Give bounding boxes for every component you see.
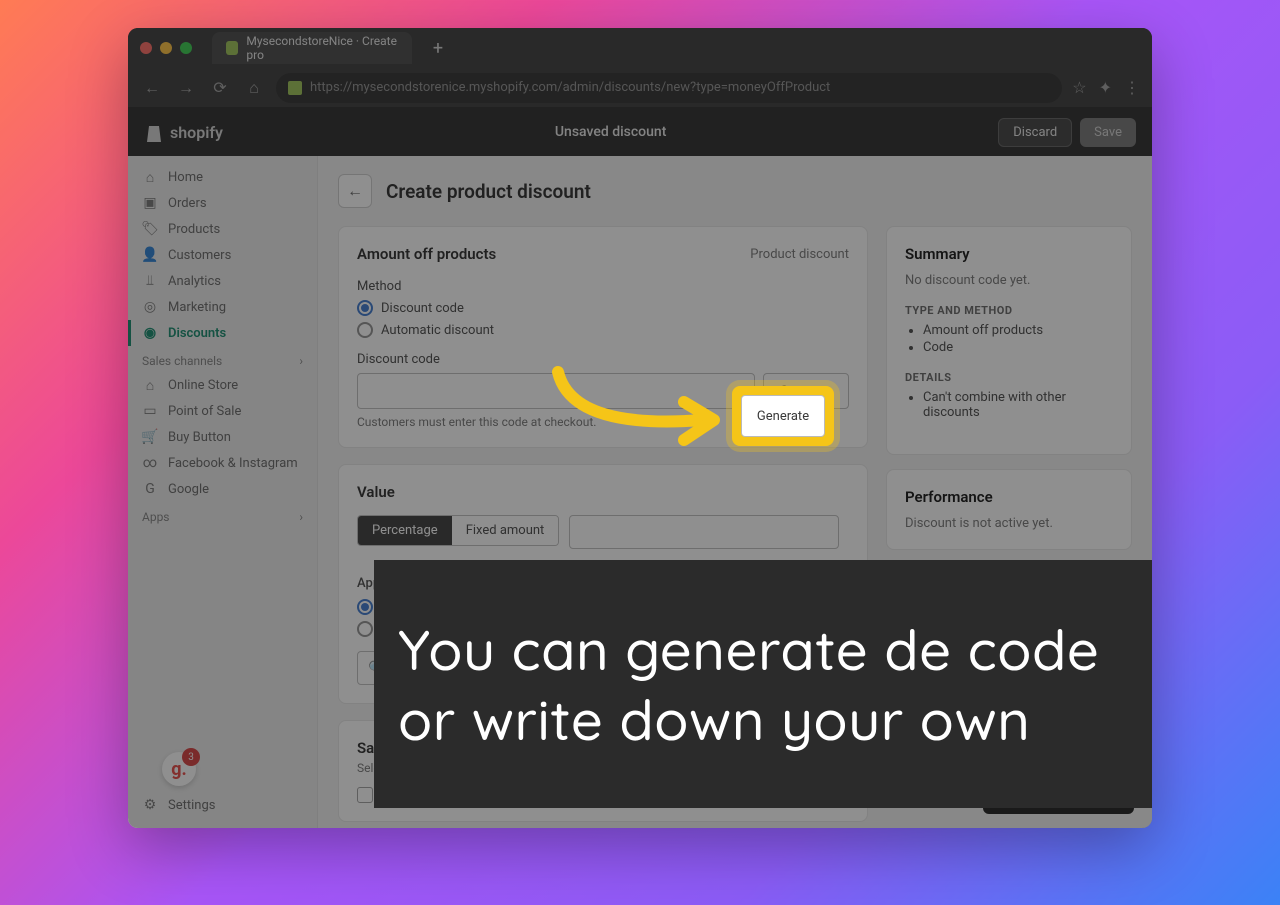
details-list: Can't combine with other discounts <box>905 390 1113 420</box>
radio-discount-code[interactable]: Discount code <box>357 300 849 316</box>
cart-icon: 🛒 <box>142 429 158 445</box>
discard-button[interactable]: Discard <box>998 118 1072 147</box>
sales-channels-section[interactable]: Sales channels› <box>128 346 317 372</box>
radio-icon <box>357 300 373 316</box>
close-window-icon[interactable] <box>140 42 152 54</box>
sidebar-item-online-store[interactable]: ⌂Online Store <box>128 372 317 398</box>
sidebar-item-marketing[interactable]: ◎Marketing <box>128 294 317 320</box>
generate-highlight: Generate <box>732 386 834 446</box>
target-icon: ◎ <box>142 299 158 315</box>
store-icon: ⌂ <box>142 377 158 393</box>
summary-empty-text: No discount code yet. <box>905 273 1113 288</box>
instruction-overlay: You can generate de code or write down y… <box>374 560 1152 808</box>
gear-icon: ⚙ <box>142 797 158 813</box>
extensions-icon[interactable]: ✦ <box>1099 78 1112 97</box>
tab-title: MysecondstoreNice · Create pro <box>246 34 398 62</box>
sidebar-item-buy-button[interactable]: 🛒Buy Button <box>128 424 317 450</box>
header-actions: Discard Save <box>998 118 1136 147</box>
sidebar-item-home[interactable]: ⌂Home <box>128 164 317 190</box>
back-button[interactable]: ← <box>338 174 372 208</box>
chart-icon: ⫫ <box>142 273 158 289</box>
browser-url-bar: ← → ⟳ ⌂ https://mysecondstorenice.myshop… <box>128 68 1152 108</box>
checkbox-icon <box>357 787 373 803</box>
summary-title: Summary <box>905 245 1113 263</box>
chevron-right-icon: › <box>299 510 303 524</box>
traffic-lights <box>140 42 192 54</box>
discount-type-badge: Product discount <box>750 247 849 262</box>
unsaved-status: Unsaved discount <box>555 124 666 140</box>
pos-icon: ▭ <box>142 403 158 419</box>
grammarly-count-badge: 3 <box>182 748 200 766</box>
method-radio-group: Discount code Automatic discount <box>357 300 849 338</box>
app-header: shopify Unsaved discount Discard Save <box>128 108 1152 156</box>
card-title: Value <box>357 483 849 501</box>
site-identity-icon <box>288 81 302 95</box>
card-title: Amount off products <box>357 245 496 263</box>
google-icon: G <box>142 481 158 497</box>
tag-icon: 🏷 <box>142 221 158 237</box>
user-icon: 👤 <box>142 247 158 263</box>
type-method-label: TYPE AND METHOD <box>905 304 1113 317</box>
sidebar-item-settings[interactable]: ⚙Settings <box>128 792 317 818</box>
apps-section[interactable]: Apps› <box>128 502 317 528</box>
orders-icon: ▣ <box>142 195 158 211</box>
forward-nav-icon[interactable]: → <box>174 76 198 100</box>
check-circle-icon: ◉ <box>142 325 158 341</box>
browser-tabs-bar: MysecondstoreNice · Create pro + <box>128 28 1152 68</box>
bookmark-icon[interactable]: ☆ <box>1072 78 1086 97</box>
segment-percentage[interactable]: Percentage <box>358 516 452 545</box>
sidebar-item-orders[interactable]: ▣Orders <box>128 190 317 216</box>
meta-icon: ∞ <box>142 455 158 471</box>
sidebar-item-discounts[interactable]: ◉Discounts <box>128 320 317 346</box>
performance-card: Performance Discount is not active yet. <box>886 469 1132 550</box>
radio-icon <box>357 322 373 338</box>
sidebar-item-facebook[interactable]: ∞Facebook & Instagram <box>128 450 317 476</box>
new-tab-button[interactable]: + <box>424 34 452 62</box>
radio-automatic[interactable]: Automatic discount <box>357 322 849 338</box>
discount-code-input[interactable] <box>357 373 755 409</box>
method-label: Method <box>357 279 849 294</box>
summary-card: Summary No discount code yet. TYPE AND M… <box>886 226 1132 455</box>
chevron-right-icon: › <box>299 354 303 368</box>
sidebar-item-analytics[interactable]: ⫫Analytics <box>128 268 317 294</box>
shopify-logo[interactable]: shopify <box>144 122 223 142</box>
home-icon: ⌂ <box>142 169 158 185</box>
home-nav-icon[interactable]: ⌂ <box>242 76 266 100</box>
type-method-list: Amount off products Code <box>905 323 1113 355</box>
page-title: Create product discount <box>386 180 591 203</box>
value-type-segment: Percentage Fixed amount <box>357 515 559 546</box>
sidebar-item-google[interactable]: GGoogle <box>128 476 317 502</box>
sidebar-item-products[interactable]: 🏷Products <box>128 216 317 242</box>
instruction-text: You can generate de code or write down y… <box>398 614 1138 754</box>
url-input[interactable]: https://mysecondstorenice.myshopify.com/… <box>276 73 1062 103</box>
back-nav-icon[interactable]: ← <box>140 76 164 100</box>
minimize-window-icon[interactable] <box>160 42 172 54</box>
details-label: DETAILS <box>905 371 1113 384</box>
reload-icon[interactable]: ⟳ <box>208 76 232 100</box>
browser-window: MysecondstoreNice · Create pro + ← → ⟳ ⌂… <box>128 28 1152 828</box>
grammarly-widget[interactable]: g. 3 <box>162 752 196 786</box>
maximize-window-icon[interactable] <box>180 42 192 54</box>
performance-title: Performance <box>905 488 1113 506</box>
save-button[interactable]: Save <box>1080 118 1136 147</box>
sidebar: ⌂Home ▣Orders 🏷Products 👤Customers ⫫Anal… <box>128 156 318 828</box>
radio-icon <box>357 621 373 637</box>
menu-icon[interactable]: ⋮ <box>1124 78 1140 97</box>
generate-button-highlighted[interactable]: Generate <box>741 395 825 437</box>
segment-fixed[interactable]: Fixed amount <box>452 516 559 545</box>
url-text: https://mysecondstorenice.myshopify.com/… <box>310 80 830 95</box>
shopify-favicon-icon <box>226 41 238 55</box>
value-amount-input[interactable] <box>569 515 839 549</box>
radio-icon <box>357 599 373 615</box>
discount-code-label: Discount code <box>357 352 849 367</box>
logo-text: shopify <box>170 123 223 142</box>
sidebar-item-customers[interactable]: 👤Customers <box>128 242 317 268</box>
sidebar-item-pos[interactable]: ▭Point of Sale <box>128 398 317 424</box>
performance-text: Discount is not active yet. <box>905 516 1113 531</box>
browser-tab[interactable]: MysecondstoreNice · Create pro <box>212 32 412 64</box>
page-header: ← Create product discount <box>338 174 1132 208</box>
shopify-bag-icon <box>144 122 164 142</box>
url-actions: ☆ ✦ ⋮ <box>1072 78 1140 97</box>
